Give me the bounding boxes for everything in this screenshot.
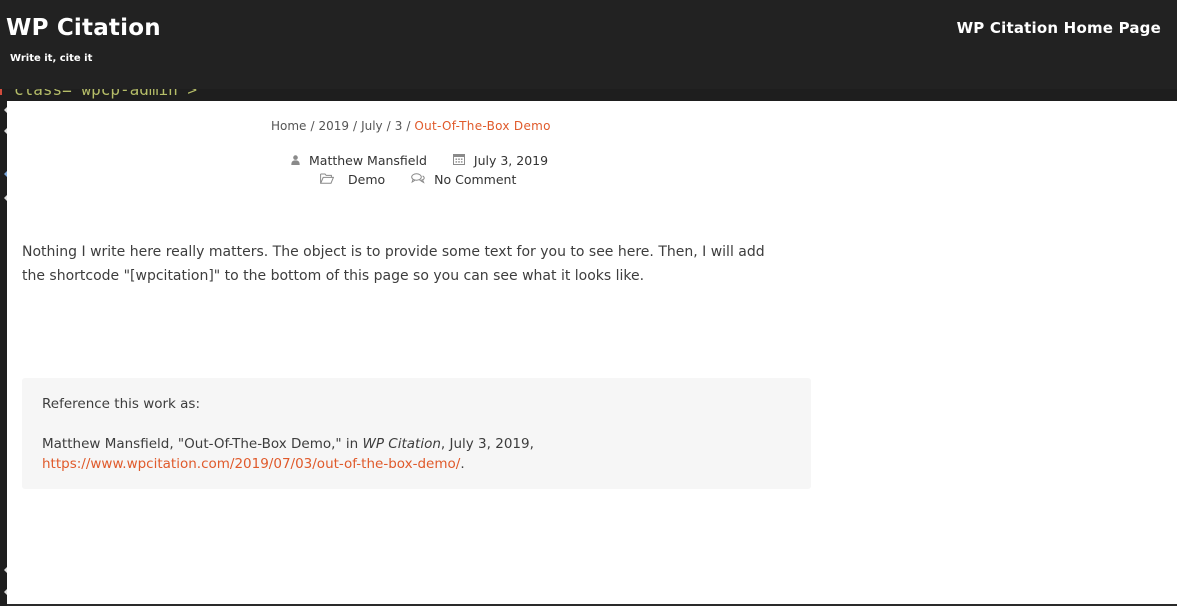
category-link[interactable]: Demo xyxy=(348,171,385,189)
breadcrumb-separator: / xyxy=(406,119,411,133)
home-page-link[interactable]: WP Citation Home Page xyxy=(957,17,1161,39)
comments-meta: No Comment xyxy=(411,171,516,189)
post-meta-row-2: Demo No Comment xyxy=(320,171,516,189)
citation-date: , July 3, 2019, xyxy=(440,436,534,452)
citation-text: Matthew Mansfield, "Out-Of-The-Box Demo,… xyxy=(42,434,802,474)
comments-link[interactable]: No Comment xyxy=(434,171,516,189)
post-content: Home/2019/July/3/Out-Of-The-Box Demo Mat… xyxy=(7,101,1177,605)
post-body: Nothing I write here really matters. The… xyxy=(22,244,765,284)
author-link[interactable]: Matthew Mansfield xyxy=(309,152,427,170)
citation-site-name: WP Citation xyxy=(362,436,441,452)
code-marker xyxy=(0,89,2,95)
citation-box: Reference this work as: Matthew Mansfiel… xyxy=(22,378,811,489)
user-icon xyxy=(291,152,300,170)
date-meta: July 3, 2019 xyxy=(452,152,548,170)
citation-suffix: . xyxy=(460,456,465,472)
site-title[interactable]: WP Citation xyxy=(6,12,161,44)
calendar-icon xyxy=(452,152,465,170)
site-tagline: Write it, cite it xyxy=(10,53,93,64)
citation-heading: Reference this work as: xyxy=(42,396,201,412)
breadcrumb-separator: / xyxy=(386,119,391,133)
date-link[interactable]: July 3, 2019 xyxy=(474,152,548,170)
citation-url-link[interactable]: https://www.wpcitation.com/2019/07/03/ou… xyxy=(42,456,460,472)
editor-gutter xyxy=(0,101,7,606)
author-meta: Matthew Mansfield xyxy=(291,152,427,170)
citation-prefix: Matthew Mansfield, "Out-Of-The-Box Demo,… xyxy=(42,436,363,452)
site-header: WP Citation Write it, cite it WP Citatio… xyxy=(0,0,1177,89)
breadcrumb: Home/2019/July/3/Out-Of-The-Box Demo xyxy=(271,117,551,135)
category-meta: Demo xyxy=(320,171,385,189)
code-backdrop: class= wpcp-admin > xyxy=(0,89,1177,101)
breadcrumb-day[interactable]: 3 xyxy=(395,119,403,133)
comment-icon xyxy=(411,171,425,189)
breadcrumb-current: Out-Of-The-Box Demo xyxy=(414,119,551,133)
breadcrumb-year[interactable]: 2019 xyxy=(318,119,349,133)
code-line: class= wpcp-admin > xyxy=(14,89,198,99)
breadcrumb-month[interactable]: July xyxy=(361,119,383,133)
post-meta-row-1: Matthew Mansfield July 3, 2019 xyxy=(291,152,548,170)
breadcrumb-home[interactable]: Home xyxy=(271,119,306,133)
folder-icon xyxy=(320,171,335,189)
breadcrumb-separator: / xyxy=(353,119,358,133)
breadcrumb-separator: / xyxy=(310,119,315,133)
